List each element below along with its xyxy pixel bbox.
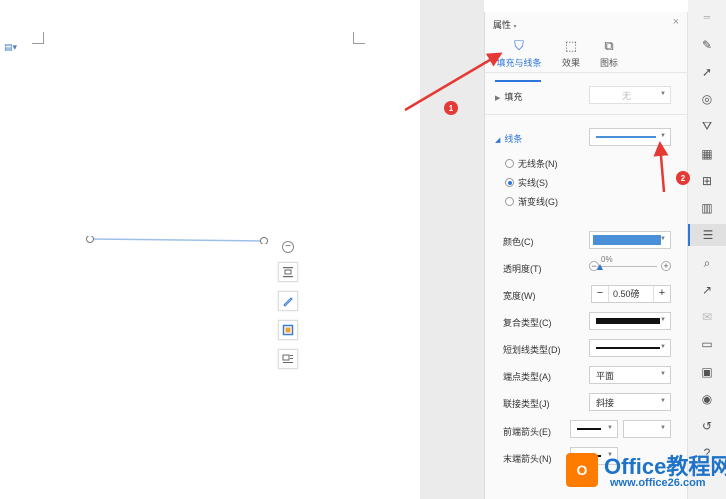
annotation-badge-2: 2 bbox=[676, 171, 690, 185]
annotation-badge-1: 1 bbox=[444, 101, 458, 115]
annotation-arrows bbox=[404, 52, 669, 193]
watermark: O Office教程网 www.office26.com bbox=[566, 449, 726, 493]
annotation-arrow-2 bbox=[653, 141, 669, 193]
watermark-url: www.office26.com bbox=[610, 477, 706, 489]
office-logo-icon: O bbox=[566, 453, 598, 487]
